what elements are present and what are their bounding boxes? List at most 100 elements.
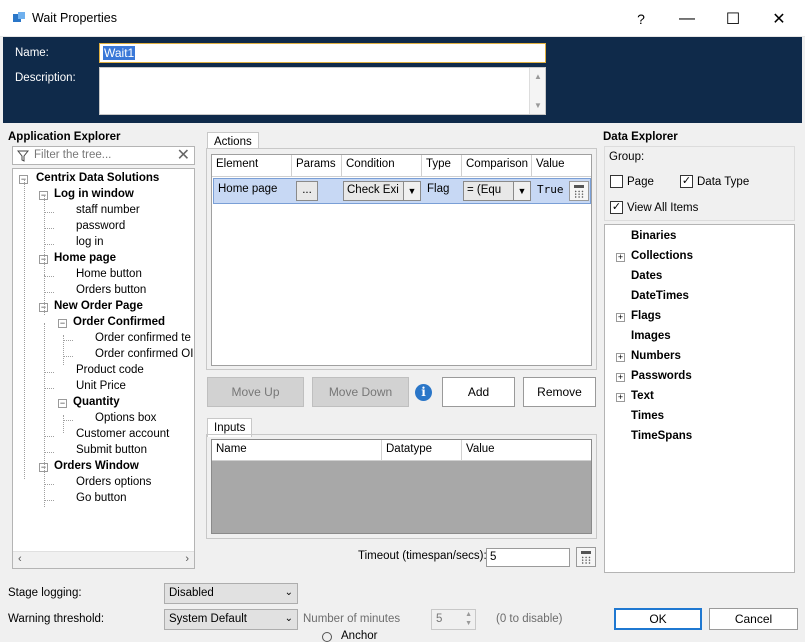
comparison-value: = (Equ <box>467 184 502 196</box>
stage-logging-value: Disabled <box>169 587 214 599</box>
maximize-button[interactable]: ☐ <box>710 0 756 37</box>
timeout-label: Timeout (timespan/secs): <box>358 550 487 562</box>
tree-item[interactable]: Submit button <box>76 444 147 456</box>
stepper-arrows-icon[interactable]: ▲ ▼ <box>465 610 472 628</box>
tree-item[interactable]: Product code <box>76 364 144 376</box>
collapse-icon[interactable]: − <box>58 399 67 408</box>
timeout-input[interactable]: 5 <box>486 548 570 567</box>
tree-item[interactable]: Orders button <box>76 284 146 296</box>
datatype-checkbox[interactable]: ✓ <box>680 175 693 188</box>
tree-item[interactable]: Order confirmed OI <box>95 348 193 360</box>
help-button[interactable]: ? <box>618 0 664 37</box>
cell-value[interactable]: True <box>533 179 569 203</box>
data-tree-item[interactable]: Times <box>631 410 664 422</box>
tree-item[interactable]: Centrix Data Solutions <box>36 172 159 184</box>
calculator-icon[interactable] <box>576 547 596 567</box>
tree-item[interactable]: Orders options <box>76 476 151 488</box>
tree-item[interactable]: Home page <box>54 252 116 264</box>
condition-select[interactable]: Check Exi ▼ <box>343 181 421 201</box>
info-icon[interactable]: i <box>415 384 432 401</box>
col-condition: Condition <box>342 155 422 177</box>
tree-item[interactable]: log in <box>76 236 104 248</box>
expand-icon[interactable]: + <box>616 353 625 362</box>
tree-item[interactable]: Log in window <box>54 188 134 200</box>
stage-logging-select[interactable]: Disabled ⌄ <box>164 583 298 604</box>
clear-filter-icon[interactable]: ✕ <box>177 145 190 165</box>
calculator-icon[interactable] <box>569 181 589 201</box>
data-tree[interactable]: Binaries + Collections Dates DateTimes + Flags… <box>604 224 795 573</box>
stage-logging-label: Stage logging: <box>8 587 82 599</box>
page-checkbox[interactable] <box>610 175 623 188</box>
data-tree-item[interactable]: Binaries <box>631 230 676 242</box>
scroll-left-icon[interactable]: ‹ <box>18 553 22 565</box>
filter-placeholder: Filter the tree... <box>34 149 112 161</box>
data-tree-item[interactable]: Images <box>631 330 671 342</box>
description-input[interactable]: ▲ ▼ <box>99 67 546 115</box>
name-input[interactable]: Wait1 <box>99 43 546 63</box>
table-row[interactable]: Home page ... Check Exi ▼ Flag = (Equ ▼ … <box>213 178 591 204</box>
expand-icon[interactable]: + <box>616 373 625 382</box>
data-tree-item[interactable]: TimeSpans <box>631 430 692 442</box>
collapse-icon[interactable]: − <box>58 319 67 328</box>
disable-hint: (0 to disable) <box>496 613 563 625</box>
tree-item[interactable]: Orders Window <box>54 460 139 472</box>
tree-item[interactable]: Go button <box>76 492 127 504</box>
data-tree-item[interactable]: Flags <box>631 310 661 322</box>
col-input-value: Value <box>462 440 591 461</box>
app-explorer-title: Application Explorer <box>8 131 121 143</box>
move-down-button[interactable]: Move Down <box>312 377 409 407</box>
tree-item[interactable]: staff number <box>76 204 140 216</box>
data-tree-item[interactable]: Dates <box>631 270 662 282</box>
col-name: Name <box>212 440 382 461</box>
datatype-label: Data Type <box>697 176 750 188</box>
data-tree-item[interactable]: DateTimes <box>631 290 689 302</box>
tree-item[interactable]: password <box>76 220 125 232</box>
expand-icon[interactable]: + <box>616 253 625 262</box>
tree-item[interactable]: Order confirmed te <box>95 332 191 344</box>
minimize-button[interactable]: — <box>664 0 710 37</box>
name-label: Name: <box>15 47 49 59</box>
data-tree-item[interactable]: Text <box>631 390 654 402</box>
condition-value: Check Exi <box>347 184 399 196</box>
data-tree-item[interactable]: Passwords <box>631 370 692 382</box>
cancel-button[interactable]: Cancel <box>709 608 798 630</box>
minutes-stepper[interactable]: 5 ▲ ▼ <box>431 609 476 630</box>
scroll-down-icon[interactable]: ▼ <box>534 101 542 110</box>
group-label: Group: <box>609 151 645 163</box>
data-tree-item[interactable]: Collections <box>631 250 693 262</box>
inputs-grid[interactable]: Name Datatype Value <box>211 439 592 534</box>
tree-horizontal-scrollbar[interactable]: ‹ › <box>13 551 194 568</box>
tree-item[interactable]: Home button <box>76 268 142 280</box>
tree-item[interactable]: Options box <box>95 412 156 424</box>
tree-item[interactable]: Customer account <box>76 428 169 440</box>
window-title: Wait Properties <box>32 11 117 25</box>
name-value: Wait1 <box>103 46 136 60</box>
params-button[interactable]: ... <box>296 181 318 201</box>
expand-icon[interactable]: + <box>616 393 625 402</box>
move-up-button[interactable]: Move Up <box>207 377 304 407</box>
actions-grid: Element Params Condition Type Comparison… <box>211 154 592 366</box>
description-scrollbar[interactable]: ▲ ▼ <box>529 68 545 114</box>
app-tree[interactable]: − Centrix Data Solutions − Log in window sta… <box>12 168 195 569</box>
col-datatype: Datatype <box>382 440 462 461</box>
comparison-select[interactable]: = (Equ ▼ <box>463 181 531 201</box>
scroll-right-icon[interactable]: › <box>185 553 189 565</box>
remove-button[interactable]: Remove <box>523 377 596 407</box>
tree-item[interactable]: Unit Price <box>76 380 126 392</box>
warning-threshold-select[interactable]: System Default ⌄ <box>164 609 298 630</box>
ok-button[interactable]: OK <box>614 608 702 630</box>
col-params: Params <box>292 155 342 177</box>
view-all-checkbox[interactable]: ✓ <box>610 201 623 214</box>
cell-type: Flag <box>427 183 450 195</box>
add-button[interactable]: Add <box>442 377 515 407</box>
expand-icon[interactable]: + <box>616 313 625 322</box>
close-button[interactable]: ✕ <box>756 0 802 37</box>
filter-input[interactable]: Filter the tree... ✕ <box>12 146 195 165</box>
tree-item[interactable]: New Order Page <box>54 300 143 312</box>
tree-item[interactable]: Quantity <box>73 396 120 408</box>
tree-item[interactable]: Order Confirmed <box>73 316 165 328</box>
col-type: Type <box>422 155 462 177</box>
chevron-down-icon: ⌄ <box>284 587 293 598</box>
data-tree-item[interactable]: Numbers <box>631 350 681 362</box>
scroll-up-icon[interactable]: ▲ <box>534 72 542 81</box>
